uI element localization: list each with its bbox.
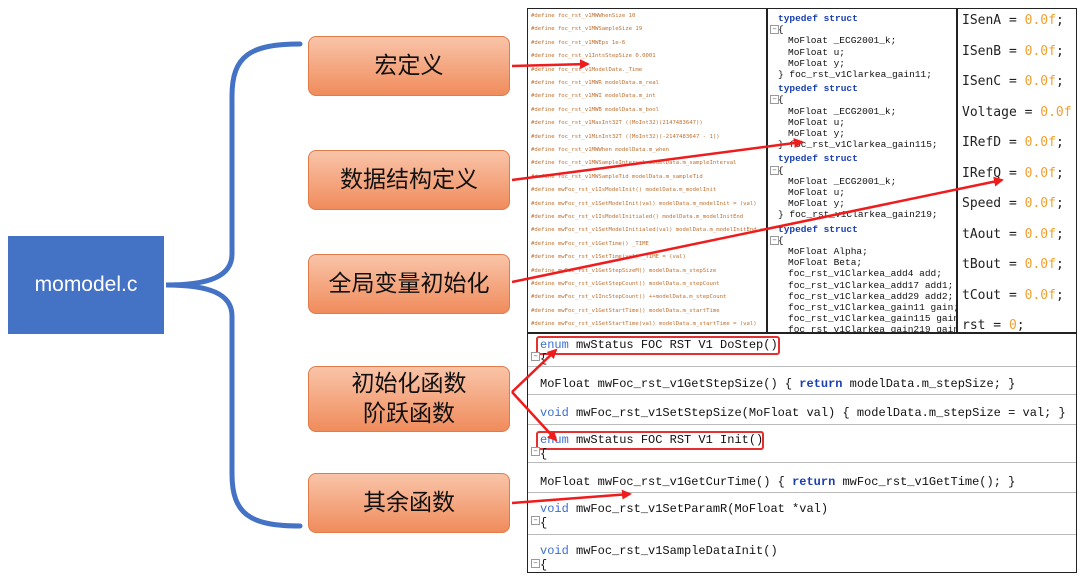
arrow-macro (511, 59, 590, 70)
tree-bracket (165, 41, 303, 529)
arrow-struct (511, 138, 804, 182)
arrow-globals (511, 176, 1004, 284)
red-arrows (511, 59, 1004, 505)
arrow-init (511, 391, 558, 442)
arrow-other (511, 489, 632, 505)
connector-layer (165, 41, 1004, 529)
arrow-dostep (511, 348, 558, 393)
